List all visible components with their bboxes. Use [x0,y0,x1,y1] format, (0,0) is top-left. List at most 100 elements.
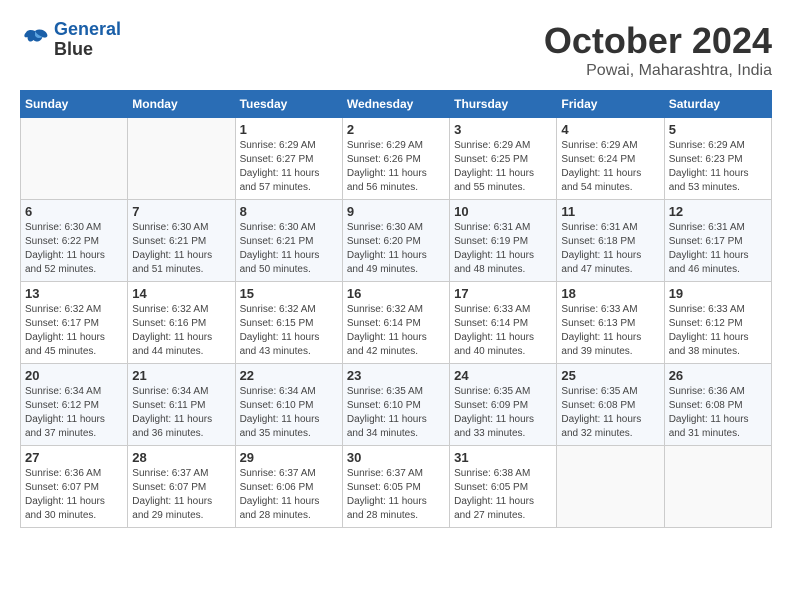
calendar-cell: 7 Sunrise: 6:30 AM Sunset: 6:21 PM Daylig… [128,200,235,282]
day-info: Sunrise: 6:33 AM Sunset: 6:13 PM Dayligh… [561,303,659,359]
day-info: Sunrise: 6:32 AM Sunset: 6:16 PM Dayligh… [132,303,230,359]
calendar-cell [21,118,128,200]
day-info: Sunrise: 6:29 AM Sunset: 6:27 PM Dayligh… [240,139,338,195]
day-info: Sunrise: 6:38 AM Sunset: 6:05 PM Dayligh… [454,467,552,523]
calendar-cell: 16 Sunrise: 6:32 AM Sunset: 6:14 PM Dayli… [342,282,449,364]
day-number: 30 [347,450,445,465]
calendar-week-row: 13 Sunrise: 6:32 AM Sunset: 6:17 PM Dayli… [21,282,772,364]
day-info: Sunrise: 6:30 AM Sunset: 6:22 PM Dayligh… [25,221,123,277]
day-number: 14 [132,286,230,301]
logo-text: General Blue [54,20,121,60]
day-number: 1 [240,122,338,137]
calendar-cell: 19Sunrise: 6:33 AM Sunset: 6:12 PM Dayli… [664,282,771,364]
day-number: 8 [240,204,338,219]
day-number: 31 [454,450,552,465]
day-number: 13 [25,286,123,301]
day-number: 24 [454,368,552,383]
day-info: Sunrise: 6:30 AM Sunset: 6:20 PM Dayligh… [347,221,445,277]
calendar-cell: 3 Sunrise: 6:29 AM Sunset: 6:25 PM Daylig… [450,118,557,200]
calendar-cell: 9Sunrise: 6:30 AM Sunset: 6:20 PM Daylig… [342,200,449,282]
calendar-cell: 15Sunrise: 6:32 AM Sunset: 6:15 PM Dayli… [235,282,342,364]
calendar-week-row: 6 Sunrise: 6:30 AM Sunset: 6:22 PM Daylig… [21,200,772,282]
day-number: 25 [561,368,659,383]
day-number: 12 [669,204,767,219]
day-number: 3 [454,122,552,137]
calendar-cell [664,446,771,528]
day-number: 11 [561,204,659,219]
calendar-week-row: 20 Sunrise: 6:34 AM Sunset: 6:12 PM Dayli… [21,364,772,446]
calendar-cell: 21Sunrise: 6:34 AM Sunset: 6:11 PM Dayli… [128,364,235,446]
calendar-cell: 20 Sunrise: 6:34 AM Sunset: 6:12 PM Dayli… [21,364,128,446]
day-info: Sunrise: 6:32 AM Sunset: 6:14 PM Dayligh… [347,303,445,359]
day-info: Sunrise: 6:32 AM Sunset: 6:17 PM Dayligh… [25,303,123,359]
calendar-cell: 18 Sunrise: 6:33 AM Sunset: 6:13 PM Dayli… [557,282,664,364]
day-number: 23 [347,368,445,383]
weekday-header: Sunday [21,91,128,118]
day-number: 22 [240,368,338,383]
day-number: 16 [347,286,445,301]
day-info: Sunrise: 6:29 AM Sunset: 6:23 PM Dayligh… [669,139,767,195]
day-info: Sunrise: 6:37 AM Sunset: 6:07 PM Dayligh… [132,467,230,523]
day-info: Sunrise: 6:29 AM Sunset: 6:25 PM Dayligh… [454,139,552,195]
weekday-header: Thursday [450,91,557,118]
calendar-cell: 12 Sunrise: 6:31 AM Sunset: 6:17 PM Dayli… [664,200,771,282]
title-block: October 2024 Powai, Maharashtra, India [544,20,772,80]
calendar-header-row: SundayMondayTuesdayWednesdayThursdayFrid… [21,91,772,118]
day-info: Sunrise: 6:34 AM Sunset: 6:11 PM Dayligh… [132,385,230,441]
weekday-header: Tuesday [235,91,342,118]
logo-line1: General [54,19,121,39]
logo-icon [20,25,50,55]
calendar-cell: 25 Sunrise: 6:35 AM Sunset: 6:08 PM Dayli… [557,364,664,446]
calendar-cell: 13 Sunrise: 6:32 AM Sunset: 6:17 PM Dayli… [21,282,128,364]
page-header: General Blue October 2024 Powai, Maharas… [20,20,772,80]
day-info: Sunrise: 6:31 AM Sunset: 6:19 PM Dayligh… [454,221,552,277]
calendar-cell: 26 Sunrise: 6:36 AM Sunset: 6:08 PM Dayli… [664,364,771,446]
location: Powai, Maharashtra, India [544,62,772,80]
day-info: Sunrise: 6:36 AM Sunset: 6:08 PM Dayligh… [669,385,767,441]
day-number: 26 [669,368,767,383]
day-number: 17 [454,286,552,301]
day-info: Sunrise: 6:35 AM Sunset: 6:08 PM Dayligh… [561,385,659,441]
day-number: 4 [561,122,659,137]
calendar-cell: 27Sunrise: 6:36 AM Sunset: 6:07 PM Dayli… [21,446,128,528]
day-number: 2 [347,122,445,137]
calendar-cell: 22Sunrise: 6:34 AM Sunset: 6:10 PM Dayli… [235,364,342,446]
day-info: Sunrise: 6:31 AM Sunset: 6:17 PM Dayligh… [669,221,767,277]
month-title: October 2024 [544,20,772,62]
day-info: Sunrise: 6:30 AM Sunset: 6:21 PM Dayligh… [132,221,230,277]
day-info: Sunrise: 6:34 AM Sunset: 6:12 PM Dayligh… [25,385,123,441]
day-number: 7 [132,204,230,219]
calendar-cell: 6 Sunrise: 6:30 AM Sunset: 6:22 PM Daylig… [21,200,128,282]
calendar-cell [557,446,664,528]
day-info: Sunrise: 6:29 AM Sunset: 6:26 PM Dayligh… [347,139,445,195]
calendar-cell: 29Sunrise: 6:37 AM Sunset: 6:06 PM Dayli… [235,446,342,528]
day-number: 18 [561,286,659,301]
day-number: 28 [132,450,230,465]
day-number: 6 [25,204,123,219]
day-info: Sunrise: 6:30 AM Sunset: 6:21 PM Dayligh… [240,221,338,277]
calendar-cell: 11Sunrise: 6:31 AM Sunset: 6:18 PM Dayli… [557,200,664,282]
day-info: Sunrise: 6:33 AM Sunset: 6:14 PM Dayligh… [454,303,552,359]
calendar-cell: 2 Sunrise: 6:29 AM Sunset: 6:26 PM Daylig… [342,118,449,200]
weekday-header: Wednesday [342,91,449,118]
day-info: Sunrise: 6:35 AM Sunset: 6:10 PM Dayligh… [347,385,445,441]
day-info: Sunrise: 6:32 AM Sunset: 6:15 PM Dayligh… [240,303,338,359]
calendar-cell: 17 Sunrise: 6:33 AM Sunset: 6:14 PM Dayli… [450,282,557,364]
day-number: 10 [454,204,552,219]
calendar-cell: 14 Sunrise: 6:32 AM Sunset: 6:16 PM Dayli… [128,282,235,364]
day-info: Sunrise: 6:37 AM Sunset: 6:06 PM Dayligh… [240,467,338,523]
calendar-cell: 31 Sunrise: 6:38 AM Sunset: 6:05 PM Dayli… [450,446,557,528]
day-info: Sunrise: 6:29 AM Sunset: 6:24 PM Dayligh… [561,139,659,195]
day-number: 27 [25,450,123,465]
calendar-body: 1 Sunrise: 6:29 AM Sunset: 6:27 PM Daylig… [21,118,772,528]
calendar-cell: 24Sunrise: 6:35 AM Sunset: 6:09 PM Dayli… [450,364,557,446]
logo: General Blue [20,20,121,60]
calendar-table: SundayMondayTuesdayWednesdayThursdayFrid… [20,90,772,528]
calendar-week-row: 1 Sunrise: 6:29 AM Sunset: 6:27 PM Daylig… [21,118,772,200]
calendar-week-row: 27Sunrise: 6:36 AM Sunset: 6:07 PM Dayli… [21,446,772,528]
day-number: 5 [669,122,767,137]
calendar-cell: 28 Sunrise: 6:37 AM Sunset: 6:07 PM Dayli… [128,446,235,528]
day-info: Sunrise: 6:37 AM Sunset: 6:05 PM Dayligh… [347,467,445,523]
calendar-cell: 10 Sunrise: 6:31 AM Sunset: 6:19 PM Dayli… [450,200,557,282]
day-number: 20 [25,368,123,383]
